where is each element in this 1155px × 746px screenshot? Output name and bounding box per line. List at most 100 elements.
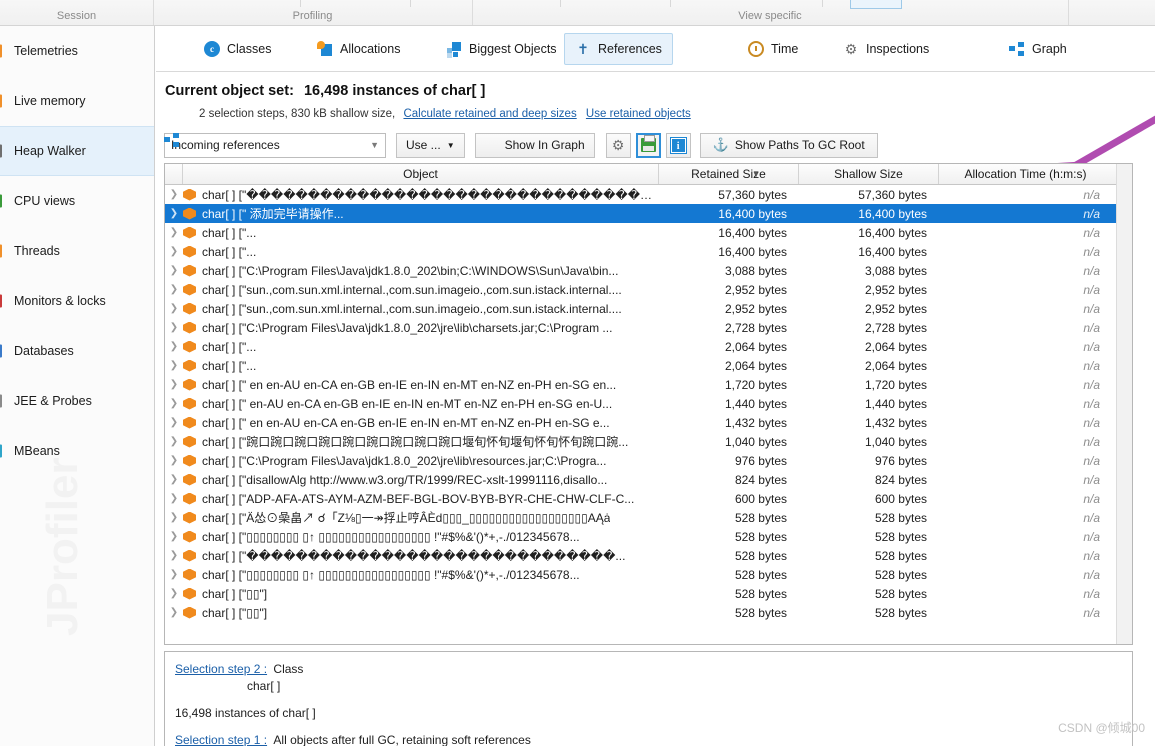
table-row[interactable]: ❯ char[ ] ["sun.,com.sun.xml.internal.,co… <box>165 280 1132 299</box>
table-row[interactable]: ❯ char[ ] [" en en-AU en-CA en-GB en-IE e… <box>165 375 1132 394</box>
expand-chevron-icon[interactable]: ❯ <box>165 189 183 200</box>
table-row[interactable]: ❯ char[ ] ["ADP-AFA-ATS-AYM-AZM-BEF-BGL-B… <box>165 489 1132 508</box>
sidebar-item-cpu-views[interactable]: CPU views <box>0 176 154 226</box>
sidebar-item-heap-walker[interactable]: Heap Walker <box>0 126 154 176</box>
table-row[interactable]: ❯ char[ ] [" en-AU en-CA en-GB en-IE en-I… <box>165 394 1132 413</box>
selection-step-2-link[interactable]: Selection step 2 : <box>175 662 267 676</box>
table-row[interactable]: ❯ char[ ] ["sun.,com.sun.xml.internal.,co… <box>165 299 1132 318</box>
show-paths-to-gc-root-button[interactable]: ⚓ Show Paths To GC Root <box>699 132 878 158</box>
expand-chevron-icon[interactable]: ❯ <box>165 512 183 523</box>
show-in-graph-button[interactable]: Show In Graph <box>474 132 595 158</box>
table-row[interactable]: ❯ char[ ] ["Ä怂⊙喿畠↗ ☌「Z⅛▯一↠捊止哼ÂÈd▯▯▯_▯▯▯▯▯… <box>165 508 1132 527</box>
table-row[interactable]: ❯ char[ ] ["踠口踠口踠口踠口踠口踠口踠口踠口踠口堰旬怀旬堰旬怀旬怀旬踠… <box>165 432 1132 451</box>
object-text: char[ ] ["ADP-AFA-ATS-AYM-AZM-BEF-BGL-BO… <box>202 491 635 506</box>
table-row[interactable]: ❯ char[ ] ["C:\Program Files\Java\jdk1.8.… <box>165 451 1132 470</box>
table-row[interactable]: ❯ char[ ] ["... 16,400 bytes 16,400 bytes n/… <box>165 223 1132 242</box>
table-row[interactable]: ❯ char[ ] ["▯▯▯▯▯▯▯▯ ▯↑ ▯▯▯▯▯▯▯▯▯▯▯▯▯▯▯▯▯… <box>165 565 1132 584</box>
expand-chevron-icon[interactable]: ❯ <box>165 455 183 466</box>
table-row[interactable]: ❯ char[ ] ["... 2,064 bytes 2,064 bytes n/a <box>165 337 1132 356</box>
sidebar-item-threads[interactable]: Threads <box>0 226 154 276</box>
use-retained-objects-link[interactable]: Use retained objects <box>586 108 691 120</box>
selection-step-1-link[interactable]: Selection step 1 : <box>175 733 267 746</box>
tab-allocations[interactable]: Allocations <box>306 33 411 65</box>
allocations-icon <box>317 41 333 57</box>
expand-chevron-icon[interactable]: ❯ <box>165 341 183 352</box>
cell-allocation-time: n/a <box>1083 282 1100 297</box>
expand-chevron-icon[interactable]: ❯ <box>165 322 183 333</box>
top-strip-profiling-label: Profiling <box>292 10 333 22</box>
tab-biggest-objects[interactable]: Biggest Objects <box>435 33 568 65</box>
selection-step-2-text: Class <box>273 662 304 676</box>
expand-chevron-icon[interactable]: ❯ <box>165 436 183 447</box>
expand-chevron-icon[interactable]: ❯ <box>165 303 183 314</box>
export-button[interactable] <box>635 132 661 158</box>
table-row[interactable]: ❯ char[ ] [" en en-AU en-CA en-GB en-IE e… <box>165 413 1132 432</box>
table-row[interactable]: ❯ char[ ] ["▯▯"] 528 bytes 528 bytes n/a <box>165 603 1132 622</box>
expand-chevron-icon[interactable]: ❯ <box>165 398 183 409</box>
tab-references[interactable]: ✝ References <box>564 33 673 65</box>
expand-chevron-icon[interactable]: ❯ <box>165 379 183 390</box>
table-row[interactable]: ❯ char[ ] ["... 16,400 bytes 16,400 bytes n/… <box>165 242 1132 261</box>
sidebar-item-telemetries[interactable]: Telemetries <box>0 26 154 76</box>
table-row[interactable]: ❯ char[ ] ["�����������������������������… <box>165 546 1132 565</box>
table-row[interactable]: ❯ char[ ] [" 添加完毕请操作... 16,400 bytes 16,400… <box>165 204 1132 223</box>
table-row[interactable]: ❯ char[ ] ["... 2,064 bytes 2,064 bytes n/a <box>165 356 1132 375</box>
object-info-button[interactable]: i <box>665 132 691 158</box>
cell-object: char[ ] ["▯▯"] <box>183 606 659 620</box>
tab-graph[interactable]: Graph <box>998 33 1078 65</box>
expand-chevron-icon[interactable]: ❯ <box>165 417 183 428</box>
cell-shallow-size: 1,040 bytes <box>864 434 927 449</box>
expand-chevron-icon[interactable]: ❯ <box>165 360 183 371</box>
table-row[interactable]: ❯ char[ ] ["�����������������������������… <box>165 185 1132 204</box>
view-settings-button[interactable]: ⚙ <box>605 132 631 158</box>
column-header-object[interactable]: Object <box>183 164 659 184</box>
object-instance-icon <box>183 568 196 582</box>
object-text: char[ ] ["▯▯▯▯▯▯▯▯ ▯↑ ▯▯▯▯▯▯▯▯▯▯▯▯▯▯▯▯▯ … <box>202 567 580 582</box>
column-header-shallow-size[interactable]: Shallow Size <box>799 164 939 184</box>
table-row[interactable]: ❯ char[ ] ["C:\Program Files\Java\jdk1.8.… <box>165 261 1132 280</box>
cell-object: char[ ] [" en-AU en-CA en-GB en-IE en-IN… <box>183 397 659 411</box>
table-vertical-scrollbar[interactable] <box>1116 164 1132 644</box>
selection-step-2-class: char[ ] <box>247 679 281 693</box>
anchor-icon: ⚓ <box>712 137 729 152</box>
table-row[interactable]: ❯ char[ ] ["▯▯▯▯▯▯▯▯ ▯↑ ▯▯▯▯▯▯▯▯▯▯▯▯▯▯▯▯▯… <box>165 527 1132 546</box>
expand-chevron-icon[interactable]: ❯ <box>165 474 183 485</box>
expand-chevron-icon[interactable]: ❯ <box>165 493 183 504</box>
column-header-retained-size[interactable]: Retained Size ▼ <box>659 164 799 184</box>
table-row[interactable]: ❯ char[ ] ["▯▯"] 528 bytes 528 bytes n/a <box>165 584 1132 603</box>
cell-retained-size: 16,400 bytes <box>718 244 787 259</box>
expand-chevron-icon[interactable]: ❯ <box>165 588 183 599</box>
tab-inspections[interactable]: ⚙ Inspections <box>832 33 940 65</box>
cell-retained-size: 528 bytes <box>734 586 787 601</box>
clock-icon <box>748 41 764 57</box>
column-header-allocation-time[interactable]: Allocation Time (h:m:s) <box>939 164 1112 184</box>
expand-chevron-icon[interactable]: ❯ <box>165 246 183 257</box>
tab-time[interactable]: Time <box>737 33 809 65</box>
tab-classes[interactable]: c Classes <box>193 33 282 65</box>
expand-chevron-icon[interactable]: ❯ <box>165 265 183 276</box>
expand-chevron-icon[interactable]: ❯ <box>165 607 183 618</box>
sidebar-item-jee-probes[interactable]: JEE & Probes <box>0 376 154 426</box>
cell-object: char[ ] ["踠口踠口踠口踠口踠口踠口踠口踠口踠口堰旬怀旬堰旬怀旬怀旬踠口… <box>183 433 659 450</box>
sidebar-item-monitors-locks[interactable]: Monitors & locks <box>0 276 154 326</box>
sidebar-item-live-memory[interactable]: Live memory <box>0 76 154 126</box>
expand-chevron-icon[interactable]: ❯ <box>165 284 183 295</box>
reference-mode-select[interactable]: Incoming references ▼ <box>164 132 386 158</box>
table-row[interactable]: ❯ char[ ] ["C:\Program Files\Java\jdk1.8.… <box>165 318 1132 337</box>
use-button[interactable]: Use ... ▼ <box>396 132 465 158</box>
sidebar-item-mbeans[interactable]: MBeans <box>0 426 154 476</box>
object-instance-icon <box>183 587 196 601</box>
expand-chevron-icon[interactable]: ❯ <box>165 208 183 219</box>
expand-chevron-icon[interactable]: ❯ <box>165 227 183 238</box>
gear-icon: ⚙ <box>611 136 625 153</box>
object-text: char[ ] ["▯▯"] <box>202 605 268 620</box>
sidebar-item-databases[interactable]: Databases <box>0 326 154 376</box>
object-text: char[ ] ["sun.,com.sun.xml.internal.,com… <box>202 301 622 316</box>
expand-chevron-icon[interactable]: ❯ <box>165 531 183 542</box>
expand-chevron-icon[interactable]: ❯ <box>165 569 183 580</box>
table-row[interactable]: ❯ char[ ] ["disallowAlg http://www.w3.org… <box>165 470 1132 489</box>
expand-chevron-icon[interactable]: ❯ <box>165 550 183 561</box>
calculate-retained-link[interactable]: Calculate retained and deep sizes <box>403 108 576 120</box>
object-text: char[ ] ["sun.,com.sun.xml.internal.,com… <box>202 282 622 297</box>
top-strip-session-label: Session <box>56 10 97 22</box>
